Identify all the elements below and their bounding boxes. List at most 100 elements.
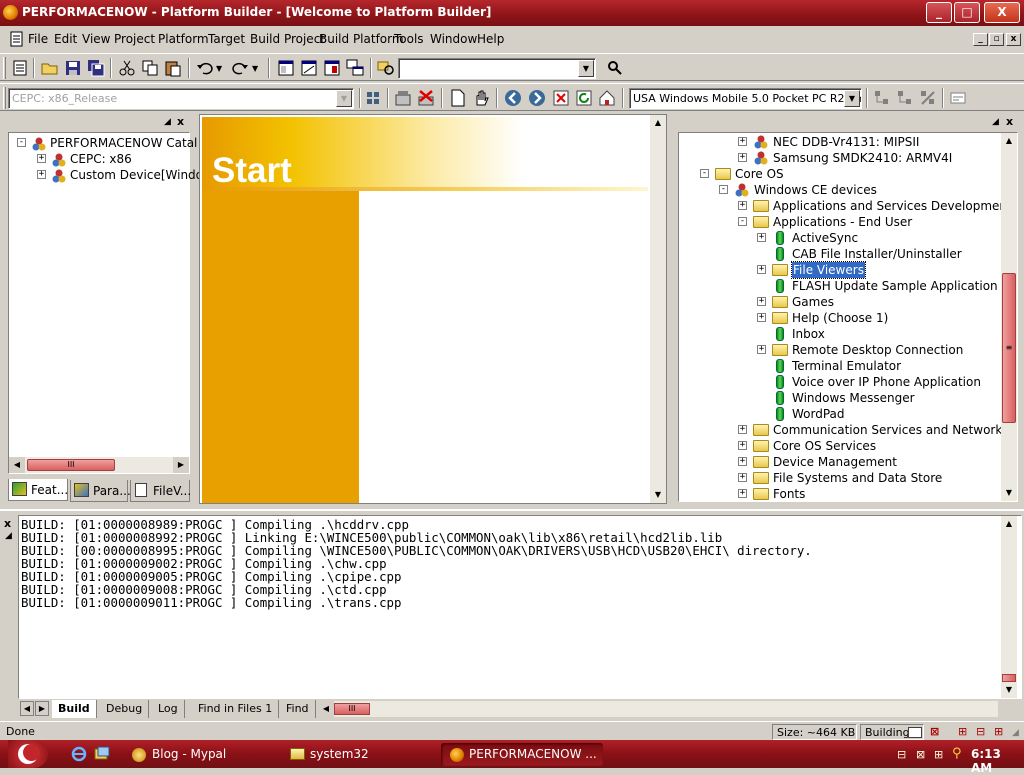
scroll-up-icon[interactable]: ▲ — [1001, 133, 1017, 149]
close-button[interactable]: X — [984, 2, 1020, 23]
refresh-icon[interactable] — [574, 88, 594, 108]
scroll-up-icon[interactable]: ▲ — [650, 115, 666, 131]
tab-find[interactable]: Find — [280, 700, 316, 718]
vertical-scrollbar[interactable]: ▲ ▼ — [1001, 516, 1017, 698]
title-bar[interactable]: PERFORMACENOW - Platform Builder - [Welc… — [0, 0, 1024, 26]
catalog-tree-item[interactable]: - PERFORMACENOW Catal — [9, 135, 197, 151]
expand-icon[interactable]: + — [757, 345, 766, 354]
expand-icon[interactable]: + — [738, 425, 747, 434]
expand-icon[interactable]: + — [738, 201, 747, 210]
vertical-scrollbar[interactable]: ▲ ≡ ▼ — [1001, 133, 1017, 501]
menu-help[interactable]: Help — [477, 32, 504, 46]
component-tree-item[interactable]: Windows Messenger — [679, 390, 999, 406]
start-button[interactable] — [8, 740, 48, 768]
scroll-left-icon[interactable]: ◀ — [9, 457, 25, 473]
copy-icon[interactable] — [140, 58, 160, 78]
collapse-icon[interactable]: - — [719, 185, 728, 194]
redo-dropdown-icon[interactable]: ▼ — [252, 64, 258, 73]
tray-search-icon[interactable]: ⚲ — [952, 746, 962, 761]
redo-icon[interactable] — [230, 58, 250, 78]
find-in-files-icon[interactable] — [376, 58, 396, 78]
component-tree-item[interactable]: + Games — [679, 294, 999, 310]
open-folder-icon[interactable] — [40, 58, 60, 78]
expand-icon[interactable]: + — [738, 441, 747, 450]
scroll-down-icon[interactable]: ▼ — [1001, 682, 1017, 698]
internet-explorer-icon[interactable] — [71, 746, 87, 762]
expand-icon[interactable]: + — [738, 457, 747, 466]
scroll-thumb[interactable]: ≡ — [1002, 273, 1016, 423]
workspace-window-icon[interactable] — [276, 58, 296, 78]
save-all-icon[interactable] — [86, 58, 106, 78]
chevron-down-icon[interactable]: ▼ — [578, 60, 594, 77]
system-clock[interactable]: 6:13 AM — [971, 747, 1024, 775]
catalog-tree-item[interactable]: + CEPC: x86 — [9, 151, 187, 167]
expand-icon[interactable]: + — [738, 137, 747, 146]
expand-icon[interactable]: + — [757, 297, 766, 306]
scroll-thumb[interactable] — [1002, 674, 1016, 682]
menu-project[interactable]: Project — [114, 32, 155, 46]
scroll-thumb[interactable]: III — [27, 459, 115, 471]
window-list-icon[interactable] — [322, 58, 342, 78]
menu-view[interactable]: View — [82, 32, 110, 46]
chevron-down-icon[interactable]: ▼ — [336, 90, 352, 107]
tab-scroll-right-icon[interactable]: ▶ — [35, 701, 49, 716]
component-tree-item[interactable]: + File Viewers — [679, 261, 999, 279]
minimize-button[interactable]: _ — [926, 2, 952, 23]
tab-scroll-left-icon[interactable]: ◀ — [20, 701, 34, 716]
panel-maximize-icon[interactable]: ◢ — [992, 117, 999, 127]
task-blog-mypal[interactable]: Blog - Mypal — [124, 743, 274, 766]
tray-shield-icon[interactable]: ⊠ — [916, 748, 925, 761]
find-icon[interactable] — [605, 58, 625, 78]
document-icon[interactable] — [9, 31, 25, 47]
back-arrow-icon[interactable] — [503, 88, 523, 108]
scroll-up-icon[interactable]: ▲ — [1001, 516, 1017, 532]
tab-parameter-view[interactable]: Para... — [70, 480, 131, 502]
cascade-windows-icon[interactable] — [345, 58, 365, 78]
menu-build-project[interactable]: Build Project — [250, 32, 325, 46]
task-system32[interactable]: system32 — [282, 743, 432, 766]
component-tree-item[interactable]: + NEC DDB-Vr4131: MIPSII — [679, 134, 999, 150]
component-tree-item[interactable]: + Fonts — [679, 486, 999, 501]
component-tree-item[interactable]: CAB File Installer/Uninstaller — [679, 246, 999, 262]
component-tree-item[interactable]: + Help (Choose 1) — [679, 310, 999, 326]
horizontal-scrollbar[interactable]: ◀ III — [318, 701, 998, 717]
workspace-icon[interactable] — [10, 58, 30, 78]
mdi-close-button[interactable]: x — [1006, 33, 1021, 46]
tab-build[interactable]: Build — [52, 700, 97, 718]
tab-file-view[interactable]: FileV... — [130, 480, 191, 502]
collapse-icon[interactable]: - — [700, 169, 709, 178]
expand-icon[interactable]: + — [757, 265, 766, 274]
component-tree-item[interactable]: + File Systems and Data Store — [679, 470, 999, 486]
collapse-icon[interactable]: - — [17, 138, 26, 147]
component-tree-item[interactable]: - Core OS — [679, 166, 999, 182]
quick-launch-icon[interactable] — [94, 746, 110, 762]
menu-file[interactable]: File — [28, 32, 48, 46]
stop-icon[interactable] — [551, 88, 571, 108]
feature-tree-icon[interactable] — [872, 88, 892, 108]
panel-close-icon[interactable]: x — [4, 517, 11, 530]
component-tree-item[interactable]: + Device Management — [679, 454, 999, 470]
task-performacenow[interactable]: PERFORMACENOW ... — [441, 743, 603, 766]
new-document-icon[interactable] — [448, 88, 468, 108]
scroll-left-icon[interactable]: ◀ — [318, 701, 334, 717]
home-icon[interactable] — [597, 88, 617, 108]
component-tree-item[interactable]: + Applications and Services Development — [679, 198, 1012, 214]
component-tree-item[interactable]: - Windows CE devices — [679, 182, 999, 198]
tab-debug[interactable]: Debug — [100, 700, 150, 718]
locale-combo[interactable]: USA Windows Mobile 5.0 Pocket PC R2 Em ▼ — [629, 88, 862, 109]
tab-find-in-files-1[interactable]: Find in Files 1 — [192, 700, 280, 718]
menu-platform[interactable]: Platform — [158, 32, 209, 46]
cut-icon[interactable] — [117, 58, 137, 78]
configuration-combo[interactable]: CEPC: x86_Release ▼ — [8, 88, 354, 109]
tab-log[interactable]: Log — [152, 700, 185, 718]
component-tree-item[interactable]: + Core OS Services — [679, 438, 999, 454]
component-tree-item[interactable]: + Samsung SMDK2410: ARMV4I — [679, 150, 999, 166]
scroll-down-icon[interactable]: ▼ — [1001, 485, 1017, 501]
panel-maximize-icon[interactable]: ◢ — [5, 531, 12, 541]
rebuild-icon[interactable] — [393, 88, 413, 108]
panel-close-icon[interactable]: x — [1006, 115, 1013, 128]
tab-feature-view[interactable]: Feat... — [8, 479, 68, 501]
expand-icon[interactable]: + — [757, 233, 766, 242]
chevron-down-icon[interactable]: ▼ — [844, 90, 860, 107]
panel-close-icon[interactable]: x — [177, 115, 184, 128]
